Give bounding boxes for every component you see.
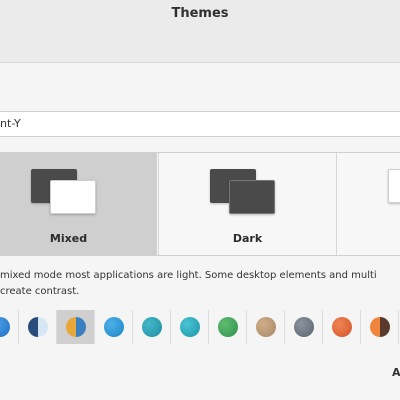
window-title: Themes	[171, 6, 229, 21]
accent-orange-swatch	[332, 317, 352, 337]
accent-aqua-blue-option[interactable]	[95, 310, 133, 344]
accent-navy-light-option[interactable]	[19, 310, 57, 344]
accent-sand-option[interactable]	[247, 310, 285, 344]
accent-color-row	[0, 310, 400, 344]
accent-orange-option[interactable]	[323, 310, 361, 344]
accent-cyan-option[interactable]	[171, 310, 209, 344]
accent-cyan-swatch	[180, 317, 200, 337]
accent-aqua-blue-swatch	[104, 317, 124, 337]
mode-dark-label: Dark	[232, 232, 263, 245]
mode-description: mixed mode most applications are light. …	[0, 268, 377, 300]
title-bar: Themes	[0, 0, 400, 63]
mode-mixed-card[interactable]: Mixed	[0, 153, 157, 255]
preview-light-window	[50, 180, 96, 214]
theme-name-value: int-Y	[0, 117, 21, 130]
accent-sand-swatch	[256, 317, 276, 337]
accent-grey-option[interactable]	[285, 310, 323, 344]
mode-selector: Mixed Dark	[0, 152, 400, 256]
accent-green-option[interactable]	[209, 310, 247, 344]
accent-teal-option[interactable]	[133, 310, 171, 344]
accent-blue-orange-option[interactable]	[57, 310, 95, 344]
theme-name-field[interactable]: int-Y	[0, 111, 400, 137]
accent-green-swatch	[218, 317, 238, 337]
accent-orange-dark-swatch	[370, 317, 390, 337]
bottom-label: A	[392, 366, 400, 379]
accent-blue-option[interactable]	[0, 310, 19, 344]
accent-orange-dark-option[interactable]	[361, 310, 399, 344]
mode-light-card[interactable]	[336, 153, 400, 255]
mode-description-line-1: mixed mode most applications are light. …	[0, 270, 377, 281]
accent-grey-swatch	[294, 317, 314, 337]
accent-navy-light-swatch	[28, 317, 48, 337]
accent-blue-orange-swatch	[66, 317, 86, 337]
accent-teal-swatch	[142, 317, 162, 337]
preview-light-window	[388, 169, 400, 203]
mode-description-line-2: create contrast.	[0, 286, 80, 297]
mode-mixed-label: Mixed	[49, 232, 88, 245]
accent-blue-swatch	[0, 317, 10, 337]
mode-dark-card[interactable]: Dark	[158, 153, 336, 255]
preview-dark-window-front	[229, 180, 275, 214]
